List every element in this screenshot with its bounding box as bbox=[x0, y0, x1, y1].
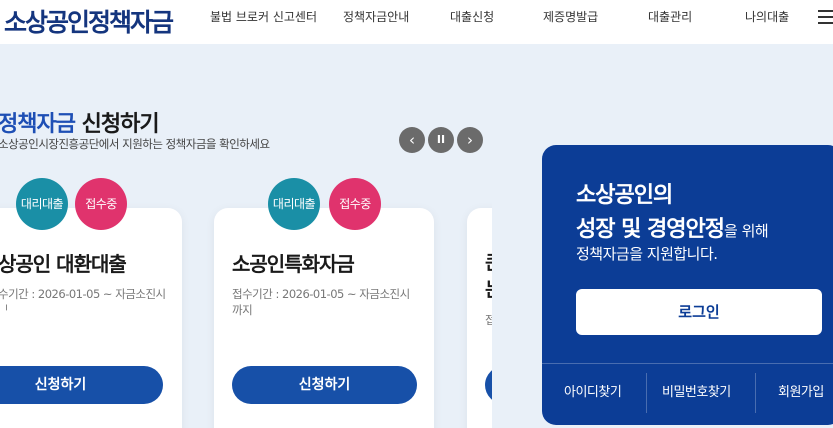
hamburger-menu-icon[interactable] bbox=[818, 10, 833, 26]
nav-loan-manage[interactable]: 대출관리 bbox=[648, 8, 692, 25]
panel-heading-line2: 성장 및 경영안정을 위해 bbox=[576, 217, 769, 242]
card-list: 상공인 대환대출 수기간 : 2026-01-05 ~ 자금소진시 ᅵ 신청하기 … bbox=[0, 0, 492, 428]
card-period: 접 bbox=[485, 313, 492, 327]
nav-certificate[interactable]: 제증명발급 bbox=[543, 8, 598, 25]
card-title: 큰는 bbox=[485, 248, 492, 302]
find-id-link[interactable]: 아이디찾기 bbox=[564, 381, 622, 400]
panel-divider bbox=[542, 363, 833, 364]
apply-button[interactable] bbox=[485, 366, 492, 404]
link-separator bbox=[755, 373, 756, 413]
login-button[interactable]: 로그인 bbox=[576, 289, 822, 335]
panel-description: 정책자금을 지원합니다. bbox=[576, 245, 718, 263]
accepting-badge: 접수중 bbox=[329, 178, 381, 230]
nav-my-loan[interactable]: 나의대출 bbox=[745, 8, 789, 25]
apply-button[interactable]: 신청하기 bbox=[232, 366, 417, 404]
find-password-link[interactable]: 비밀번호찾기 bbox=[662, 381, 731, 400]
fund-card: 큰는 접 bbox=[467, 208, 492, 428]
panel-heading-line1: 소상공인의 bbox=[576, 183, 673, 208]
fund-card: 상공인 대환대출 수기간 : 2026-01-05 ~ 자금소진시 ᅵ 신청하기 bbox=[0, 208, 182, 428]
card-title: 상공인 대환대출 bbox=[0, 252, 127, 276]
proxy-loan-badge: 대리대출 bbox=[268, 178, 320, 230]
fund-card: 소공인특화자금 접수기간 : 2026-01-05 ~ 자금소진시 까지 신청하기 bbox=[214, 208, 434, 428]
login-panel: 소상공인의 성장 및 경영안정을 위해 정책자금을 지원합니다. 로그인 아이디… bbox=[542, 145, 833, 425]
apply-button[interactable]: 신청하기 bbox=[0, 366, 163, 404]
accepting-badge: 접수중 bbox=[75, 178, 127, 230]
card-period: 접수기간 : 2026-01-05 ~ 자금소진시 까지 bbox=[232, 287, 410, 317]
card-period: 수기간 : 2026-01-05 ~ 자금소진시 ᅵ bbox=[0, 287, 166, 317]
signup-link[interactable]: 회원가입 bbox=[778, 381, 824, 400]
card-title: 소공인특화자금 bbox=[232, 252, 355, 276]
link-separator bbox=[646, 373, 647, 413]
proxy-loan-badge: 대리대출 bbox=[16, 178, 68, 230]
